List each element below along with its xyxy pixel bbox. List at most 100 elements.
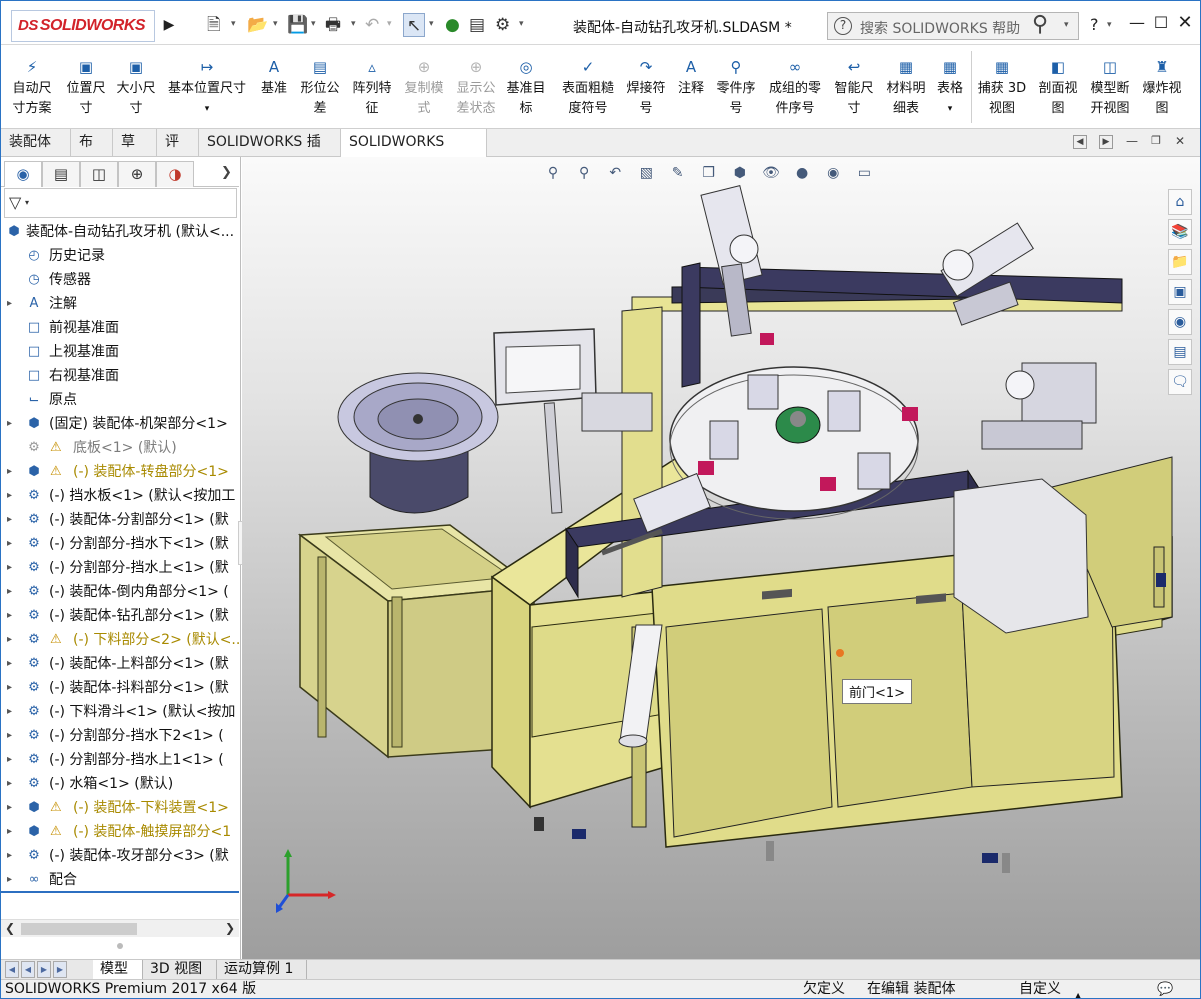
expand-arrow-icon[interactable]: ▸ [7, 845, 12, 867]
options-gear-icon[interactable]: ⚙ [495, 13, 510, 37]
tree-item[interactable]: ▸ ⚙ (-) 挡水板<1> (默认<按加工 [1, 485, 239, 509]
select-arrow-icon[interactable]: ↖ [403, 13, 425, 37]
table-button[interactable]: ▦ 表格 ▾ [935, 55, 965, 119]
close-button[interactable]: ✕ [1173, 11, 1197, 35]
smart-dimension-button[interactable]: ↩ 智能尺寸 [831, 55, 877, 119]
configuration-manager-tab-icon[interactable]: ◫ [80, 161, 118, 187]
expand-arrow-icon[interactable]: ▸ [7, 293, 12, 315]
weld-symbol-button[interactable]: ↷ 焊接符号 [623, 55, 669, 119]
copy-scheme-button[interactable]: ⊕ 复制模式 [401, 55, 447, 119]
balloon-button[interactable]: ⚲ 零件序号 [713, 55, 759, 119]
tree-root-assembly[interactable]: ⬢ 装配体-自动钻孔攻牙机 (默认<... [1, 221, 239, 245]
tree-item[interactable]: ▸ ⬢ ⚠ (-) 装配体-触摸屏部分<1 [1, 821, 239, 845]
tab-2[interactable]: 草图 [113, 129, 157, 177]
filter-icon[interactable]: ▽ [9, 193, 21, 212]
tab-0[interactable]: 装配体 [1, 129, 71, 157]
show-tolerance-status-button[interactable]: ⊕ 显示公 差状态 [453, 55, 499, 119]
unit-system-selector[interactable]: 自定义 [1019, 980, 1061, 998]
tree-item[interactable]: ▸ ⚙ (-) 装配体-抖料部分<1> (默 [1, 677, 239, 701]
tree-item[interactable]: ▸ ⚙ (-) 装配体-钻孔部分<1> (默 [1, 605, 239, 629]
next-tab-icon[interactable]: ▶ [37, 961, 51, 978]
forum-icon[interactable]: 🗨 [1168, 369, 1192, 395]
tile-left-icon[interactable]: ◀ [1073, 135, 1087, 149]
tab-4[interactable]: SOLIDWORKS 插件 [199, 129, 341, 177]
tree-item[interactable]: ▸ ⚙ ⚠ (-) 下料部分<2> (默认<... [1, 629, 239, 653]
capture-3d-view-button[interactable]: ▦ 捕获 3D 视图 [975, 55, 1029, 119]
expand-arrow-icon[interactable]: ▸ [7, 773, 12, 795]
tree-item[interactable]: ◴ 历史记录 [1, 245, 239, 269]
panel-resize-grip[interactable] [117, 943, 123, 949]
tree-item[interactable]: ▸ ⚙ (-) 分割部分-挡水上<1> (默 [1, 557, 239, 581]
help-search-box[interactable]: ? 搜索 SOLIDWORKS 帮助 ⚲ ▾ [827, 12, 1079, 40]
tree-item[interactable]: □ 上视基准面 [1, 341, 239, 365]
bottom-tab-2[interactable]: 运动算例 1 [217, 960, 307, 980]
tree-item[interactable]: ▸ ⚙ (-) 装配体-分割部分<1> (默 [1, 509, 239, 533]
tree-item[interactable]: ▸ ⚙ (-) 分割部分-挡水上1<1> ( [1, 749, 239, 773]
pattern-feature-button[interactable]: ▵ 阵列特征 [349, 55, 395, 119]
property-manager-tab-icon[interactable]: ▤ [42, 161, 80, 187]
tree-item[interactable]: ▸ ⚙ (-) 装配体-上料部分<1> (默 [1, 653, 239, 677]
scroll-thumb[interactable] [21, 923, 137, 935]
doc-minimize-icon[interactable]: — [1125, 135, 1139, 149]
file-explorer-icon[interactable]: 📁 [1168, 249, 1192, 275]
unit-caret-icon[interactable]: ▲ [1075, 986, 1081, 998]
magnifier-icon[interactable]: ⚲ [1032, 12, 1048, 37]
size-dimension-button[interactable]: ▣ 大小尺寸 [113, 55, 159, 119]
search-dropdown-icon[interactable]: ▾ [1064, 20, 1069, 30]
bom-button[interactable]: ▦ 材料明 细表 [883, 55, 929, 119]
expand-arrow-icon[interactable]: ▸ [7, 557, 12, 579]
tree-filter[interactable]: ▽ ▾ [4, 188, 237, 218]
file-properties-icon[interactable]: ▤ [469, 13, 485, 37]
model-break-view-button[interactable]: ◫ 模型断 开视图 [1087, 55, 1133, 119]
expand-arrow-icon[interactable]: ▸ [7, 509, 12, 531]
tile-right-icon[interactable]: ▶ [1099, 135, 1113, 149]
expand-menu-arrow-icon[interactable]: ▶ [161, 13, 177, 37]
open-caret-icon[interactable]: ▾ [273, 19, 278, 29]
help-caret-icon[interactable]: ▾ [1107, 20, 1112, 30]
bottom-tab-1[interactable]: 3D 视图 [143, 960, 217, 980]
water-tank[interactable] [953, 478, 1089, 634]
save-icon[interactable]: 💾 [287, 13, 308, 37]
note-button[interactable]: A 注释 [675, 55, 707, 99]
display-manager-tab-icon[interactable]: ◑ [156, 161, 194, 187]
new-document-icon[interactable]: 🗎 [207, 13, 221, 37]
expand-arrow-icon[interactable]: ▸ [7, 677, 12, 699]
panel-more-arrow-icon[interactable]: ❯ [221, 165, 232, 180]
expand-arrow-icon[interactable]: ▸ [7, 869, 12, 889]
basic-location-dimension-button[interactable]: ↦ 基本位置尺寸 ▾ [165, 55, 249, 119]
tree-horizontal-scrollbar[interactable]: ❮ ❯ [1, 919, 239, 937]
tree-item[interactable]: ▸ ⬢ (固定) 装配体-机架部分<1> [1, 413, 239, 437]
command-caret-icon[interactable]: ▾ [165, 99, 249, 119]
bottom-tab-0[interactable]: 模型 [93, 960, 143, 980]
tab-5[interactable]: SOLIDWORKS MBD [341, 129, 487, 177]
expand-arrow-icon[interactable]: ▸ [7, 749, 12, 771]
surface-finish-button[interactable]: ✓ 表面粗糙 度符号 [557, 55, 619, 119]
drilling-unit-top[interactable] [700, 184, 763, 337]
front-door-highlight[interactable] [836, 649, 844, 657]
tree-item[interactable]: ▸ ⚙ (-) 水箱<1> (默认) [1, 773, 239, 797]
tab-1[interactable]: 布局 [71, 129, 113, 177]
custom-properties-icon[interactable]: ▤ [1168, 339, 1192, 365]
tree-item[interactable]: ▸ A 注解 [1, 293, 239, 317]
tree-item[interactable]: ▸ ⬢ ⚠ (-) 装配体-转盘部分<1> [1, 461, 239, 485]
solidworks-logo[interactable]: DS SOLIDWORKS [11, 10, 155, 42]
doc-close-icon[interactable]: ✕ [1173, 135, 1187, 149]
last-tab-icon[interactable]: ▶ [53, 961, 67, 978]
save-caret-icon[interactable]: ▾ [311, 19, 316, 29]
options-caret-icon[interactable]: ▾ [519, 19, 524, 29]
home-icon[interactable]: ⌂ [1168, 189, 1192, 215]
print-icon[interactable]: 🖶 [325, 13, 341, 37]
dimxpert-manager-tab-icon[interactable]: ⊕ [118, 161, 156, 187]
expand-arrow-icon[interactable]: ▸ [7, 581, 12, 603]
open-document-icon[interactable]: 📂 [247, 13, 268, 37]
stacked-balloon-button[interactable]: ∞ 成组的零 件序号 [765, 55, 825, 119]
expand-arrow-icon[interactable]: ▸ [7, 461, 12, 483]
expand-arrow-icon[interactable]: ▸ [7, 701, 12, 723]
datum-button[interactable]: A 基准 [259, 55, 289, 99]
maximize-button[interactable]: ☐ [1149, 11, 1173, 35]
expand-arrow-icon[interactable]: ▸ [7, 821, 12, 843]
minimize-button[interactable]: — [1125, 11, 1149, 35]
expand-arrow-icon[interactable]: ▸ [7, 605, 12, 627]
tree-item[interactable]: ▸ ⚙ (-) 装配体-倒内角部分<1> ( [1, 581, 239, 605]
tree-item[interactable]: ▸ ⚙ (-) 分割部分-挡水下<1> (默 [1, 533, 239, 557]
